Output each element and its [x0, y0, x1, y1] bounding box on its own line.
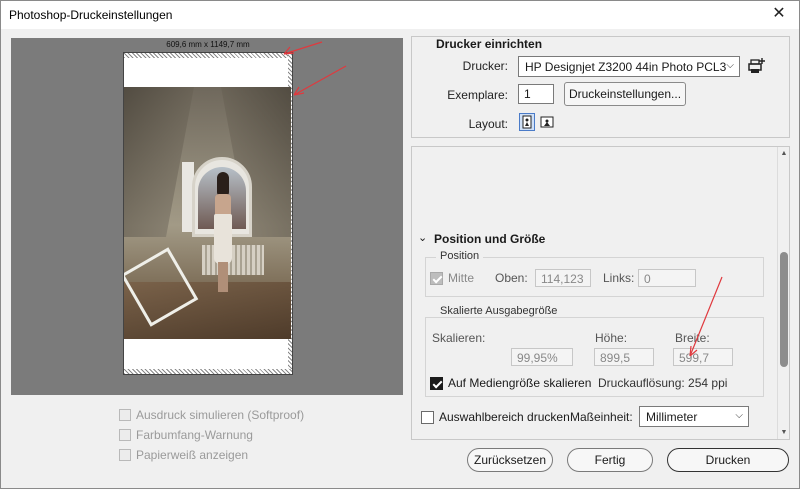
left-label: Links: [603, 271, 635, 285]
width-input[interactable]: 599,7 [673, 348, 733, 366]
printer-label: Drucker: [462, 59, 508, 73]
settings-scroll-area: ⌄ Position und Größe Position Mitte Oben… [411, 146, 790, 440]
scale-input[interactable]: 99,95% [511, 348, 573, 366]
chevron-down-icon: ⌵ [726, 60, 734, 71]
title-bar: Photoshop-Druckeinstellungen ✕ [1, 1, 799, 29]
reset-button[interactable]: Zurücksetzen [467, 448, 553, 472]
scale-label: Skalieren: [432, 331, 486, 345]
close-button[interactable]: ✕ [765, 3, 793, 25]
print-preview: 609,6 mm x 1149,7 mm [11, 38, 403, 395]
chevron-down-icon: ⌵ [735, 410, 743, 421]
preview-image[interactable] [124, 87, 291, 339]
printer-setup-heading: Drucker einrichten [436, 37, 543, 51]
portrait-layout-icon[interactable] [519, 113, 535, 131]
woman-figure [214, 172, 232, 292]
units-label: Maßeinheit: [570, 410, 633, 424]
width-label: Breite: [675, 331, 710, 345]
top-label: Oben: [495, 271, 528, 285]
print-settings-button[interactable]: Druckeinstellungen... [564, 82, 686, 106]
copies-label: Exemplare: [447, 88, 508, 102]
top-input[interactable]: 114,123 [535, 269, 591, 287]
scroll-down-icon[interactable]: ▼ [779, 429, 789, 436]
scroll-up-icon[interactable]: ▲ [779, 150, 789, 157]
paper-size-label: 609,6 mm x 1149,7 mm [166, 40, 250, 49]
fit-media-checkbox[interactable]: Auf Mediengröße skalieren [430, 376, 591, 390]
left-input[interactable]: 0 [638, 269, 696, 287]
print-button[interactable]: Drucken [667, 448, 789, 472]
center-checkbox[interactable]: Mitte [430, 271, 474, 285]
settings-scrollbar[interactable]: ▲ ▼ [777, 147, 789, 439]
units-select[interactable]: Millimeter ⌵ [639, 406, 749, 427]
landscape-layout-icon[interactable] [539, 113, 555, 131]
unprintable-margin-top [124, 53, 292, 58]
position-fieldset [425, 257, 764, 297]
layout-label: Layout: [468, 117, 508, 131]
paper-sheet [123, 52, 293, 375]
blank-panel [412, 147, 776, 222]
unprintable-margin-bottom [124, 369, 292, 374]
scaled-output-legend: Skalierte Ausgabegröße [436, 305, 562, 317]
copies-input[interactable]: 1 [518, 84, 554, 104]
paper-white-checkbox[interactable]: Papierweiß anzeigen [119, 445, 304, 465]
position-size-heading[interactable]: Position und Größe [434, 232, 545, 246]
scroll-thumb[interactable] [780, 252, 788, 367]
height-label: Höhe: [595, 331, 628, 345]
print-dialog: Photoshop-Druckeinstellungen ✕ 609,6 mm … [0, 0, 800, 489]
print-selection-checkbox[interactable]: Auswahlbereich drucken [421, 410, 570, 424]
simulate-softproof-checkbox[interactable]: Ausdruck simulieren (Softproof) [119, 405, 304, 425]
printer-select[interactable]: HP Designjet Z3200 44in Photo PCL3 ⌵ [518, 56, 740, 77]
done-button[interactable]: Fertig [567, 448, 653, 472]
softproof-options: Ausdruck simulieren (Softproof) Farbumfa… [119, 405, 304, 465]
position-legend: Position [436, 250, 484, 262]
print-resolution-text: Druckauflösung: 254 ppi [598, 376, 728, 390]
printer-setup-group: Drucker einrichten Drucker: HP Designjet… [411, 36, 790, 138]
gamut-warning-checkbox[interactable]: Farbumfang-Warnung [119, 425, 304, 445]
window-title: Photoshop-Druckeinstellungen [9, 8, 173, 22]
height-input[interactable]: 899,5 [594, 348, 654, 366]
printer-plus-icon[interactable] [746, 57, 766, 75]
radiator [202, 245, 264, 275]
chevron-down-icon[interactable]: ⌄ [418, 231, 427, 244]
